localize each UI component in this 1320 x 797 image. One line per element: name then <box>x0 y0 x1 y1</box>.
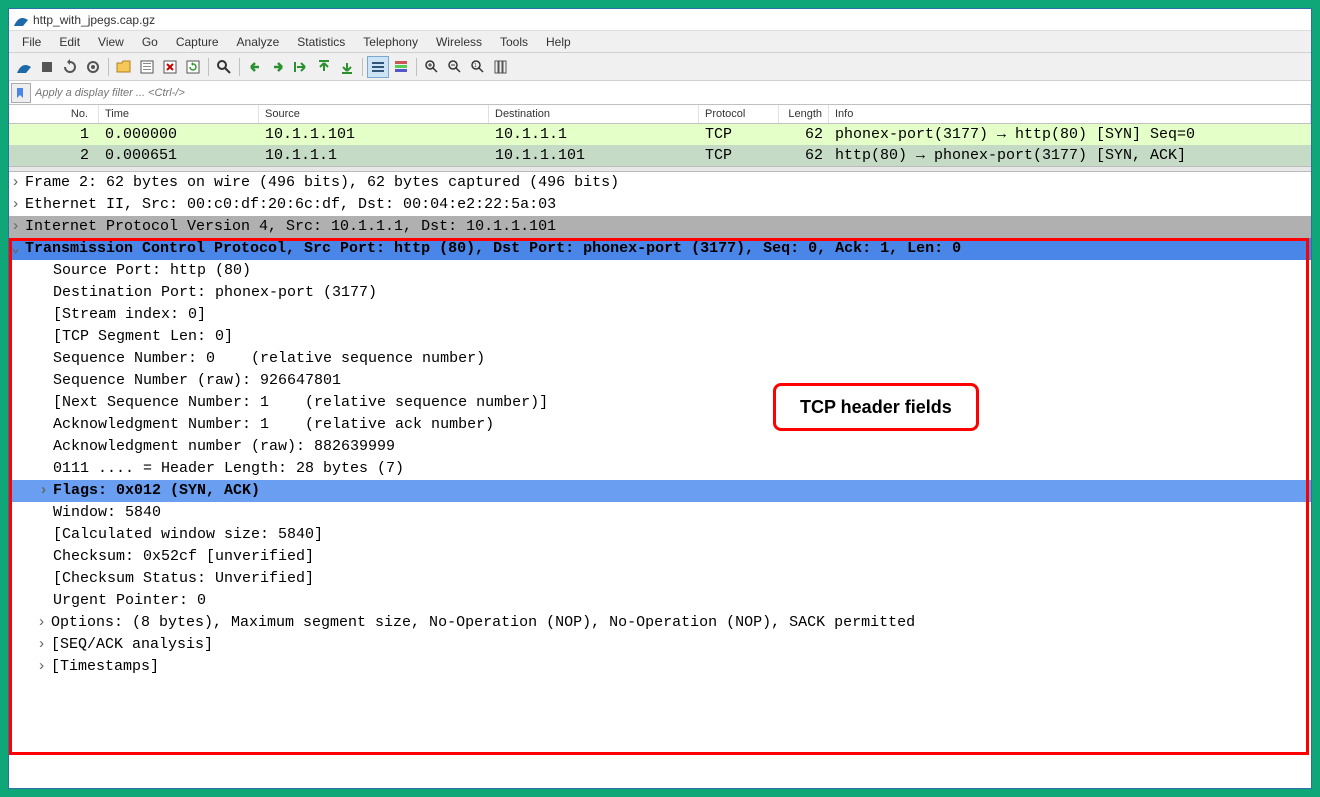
col-header-protocol[interactable]: Protocol <box>699 105 779 123</box>
zoom-out-icon[interactable] <box>444 56 466 78</box>
window-title: http_with_jpegs.cap.gz <box>33 13 155 27</box>
cell-len: 62 <box>779 147 829 164</box>
go-first-icon[interactable] <box>313 56 335 78</box>
options-icon[interactable] <box>82 56 104 78</box>
cell-info: phonex-port(3177) → http(80) [SYN] Seq=0 <box>829 126 1311 143</box>
menu-go[interactable]: Go <box>133 32 167 52</box>
restart-capture-icon[interactable] <box>59 56 81 78</box>
menu-tools[interactable]: Tools <box>491 32 537 52</box>
display-filter-bar <box>9 81 1311 105</box>
cell-no: 2 <box>9 147 99 164</box>
cell-time: 0.000000 <box>99 126 259 143</box>
menu-analyze[interactable]: Analyze <box>228 32 289 52</box>
zoom-reset-icon[interactable]: 1 <box>467 56 489 78</box>
stop-capture-icon[interactable] <box>36 56 58 78</box>
toolbar-separator <box>108 58 109 76</box>
menu-help[interactable]: Help <box>537 32 580 52</box>
col-header-source[interactable]: Source <box>259 105 489 123</box>
save-file-icon[interactable] <box>136 56 158 78</box>
menu-view[interactable]: View <box>89 32 133 52</box>
go-forward-icon[interactable] <box>267 56 289 78</box>
open-file-icon[interactable] <box>113 56 135 78</box>
cell-dst: 10.1.1.1 <box>489 126 699 143</box>
packet-row-selected[interactable]: 2 0.000651 10.1.1.1 10.1.1.101 TCP 62 ht… <box>9 145 1311 166</box>
find-packet-icon[interactable] <box>213 56 235 78</box>
detail-frame-text: Frame 2: 62 bytes on wire (496 bits), 62… <box>25 174 619 191</box>
go-last-icon[interactable] <box>336 56 358 78</box>
cell-proto: TCP <box>699 147 779 164</box>
packet-list-header: No. Time Source Destination Protocol Len… <box>9 105 1311 124</box>
svg-text:1: 1 <box>474 63 477 69</box>
shark-fin-icon <box>13 12 29 28</box>
col-header-destination[interactable]: Destination <box>489 105 699 123</box>
detail-eth-text: Ethernet II, Src: 00:c0:df:20:6c:df, Dst… <box>25 196 556 213</box>
main-toolbar: 1 <box>9 53 1311 81</box>
toolbar-separator <box>208 58 209 76</box>
resize-columns-icon[interactable] <box>490 56 512 78</box>
title-bar: http_with_jpegs.cap.gz <box>9 9 1311 31</box>
toolbar-separator <box>239 58 240 76</box>
cell-src: 10.1.1.1 <box>259 147 489 164</box>
wireshark-window: http_with_jpegs.cap.gz File Edit View Go… <box>8 8 1312 789</box>
menu-wireless[interactable]: Wireless <box>427 32 491 52</box>
cell-no: 1 <box>9 126 99 143</box>
cell-dst: 10.1.1.101 <box>489 147 699 164</box>
menu-bar: File Edit View Go Capture Analyze Statis… <box>9 31 1311 53</box>
close-file-icon[interactable] <box>159 56 181 78</box>
packet-list-pane: No. Time Source Destination Protocol Len… <box>9 105 1311 166</box>
auto-scroll-icon[interactable] <box>367 56 389 78</box>
cell-info: http(80) → phonex-port(3177) [SYN, ACK] <box>829 147 1311 164</box>
packet-details-pane: ›Frame 2: 62 bytes on wire (496 bits), 6… <box>9 172 1311 788</box>
col-header-no[interactable]: No. <box>9 105 99 123</box>
go-to-packet-icon[interactable] <box>290 56 312 78</box>
col-header-length[interactable]: Length <box>779 105 829 123</box>
cell-time: 0.000651 <box>99 147 259 164</box>
detail-ip[interactable]: ›Internet Protocol Version 4, Src: 10.1.… <box>9 216 1311 238</box>
cell-proto: TCP <box>699 126 779 143</box>
zoom-in-icon[interactable] <box>421 56 443 78</box>
cell-src: 10.1.1.101 <box>259 126 489 143</box>
packet-row[interactable]: 1 0.000000 10.1.1.101 10.1.1.1 TCP 62 ph… <box>9 124 1311 145</box>
bookmark-filter-icon[interactable] <box>11 83 31 103</box>
col-header-time[interactable]: Time <box>99 105 259 123</box>
detail-ethernet[interactable]: ›Ethernet II, Src: 00:c0:df:20:6c:df, Ds… <box>9 194 1311 216</box>
reload-file-icon[interactable] <box>182 56 204 78</box>
toolbar-separator <box>416 58 417 76</box>
menu-file[interactable]: File <box>13 32 50 52</box>
annotation-label: TCP header fields <box>773 383 979 431</box>
cell-len: 62 <box>779 126 829 143</box>
go-back-icon[interactable] <box>244 56 266 78</box>
menu-statistics[interactable]: Statistics <box>288 32 354 52</box>
start-capture-icon[interactable] <box>13 56 35 78</box>
menu-capture[interactable]: Capture <box>167 32 228 52</box>
colorize-icon[interactable] <box>390 56 412 78</box>
display-filter-input[interactable] <box>31 83 1309 103</box>
col-header-info[interactable]: Info <box>829 105 1311 123</box>
menu-edit[interactable]: Edit <box>50 32 89 52</box>
menu-telephony[interactable]: Telephony <box>354 32 427 52</box>
detail-ip-text: Internet Protocol Version 4, Src: 10.1.1… <box>25 218 556 235</box>
toolbar-separator <box>362 58 363 76</box>
annotation-outline <box>9 238 1309 755</box>
detail-frame[interactable]: ›Frame 2: 62 bytes on wire (496 bits), 6… <box>9 172 1311 194</box>
